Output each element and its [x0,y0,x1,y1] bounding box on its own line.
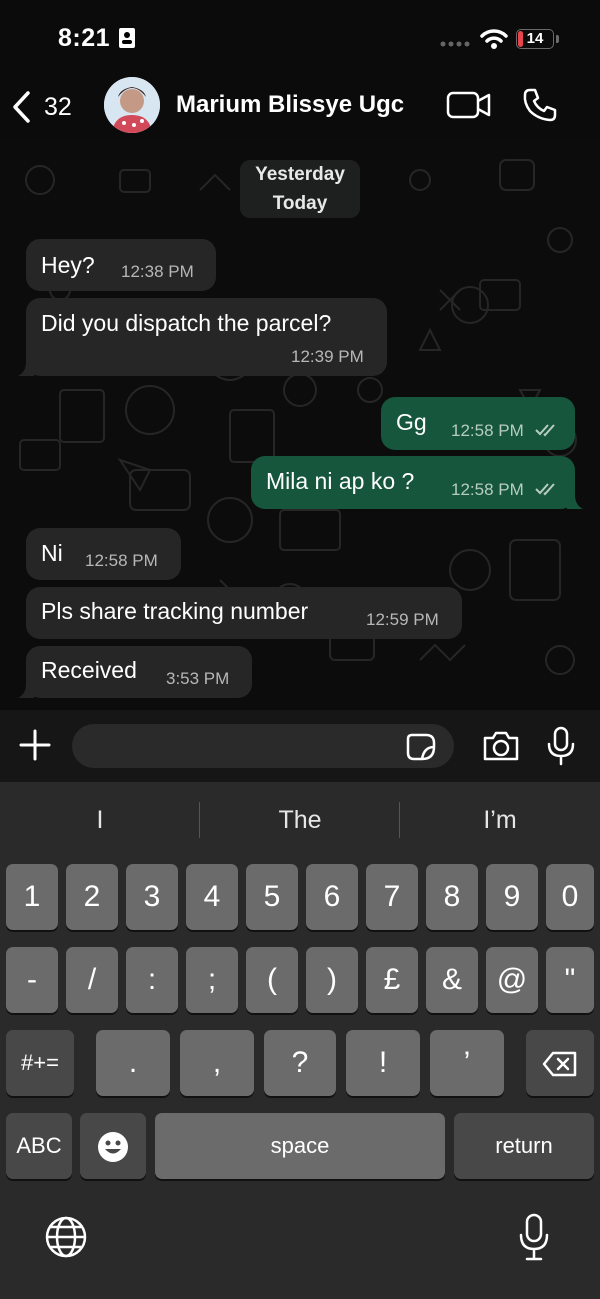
delete-key[interactable] [526,1030,594,1096]
emoji-icon [98,1132,128,1163]
key-close-paren[interactable]: ) [306,947,358,1013]
globe-icon[interactable] [44,1215,88,1259]
status-time: 8:21 [58,24,111,52]
key-9[interactable]: 9 [486,864,538,930]
message-time: 12:39 PM [291,347,364,366]
key-exclamation[interactable]: ! [346,1030,420,1096]
bubble-tail [567,495,583,509]
back-button[interactable]: 32 [10,85,72,129]
key-slash[interactable]: / [66,947,118,1013]
attach-plus-button[interactable] [18,728,52,762]
battery-level: 14 [526,30,544,47]
suggestion-2[interactable]: The [200,798,400,842]
key-2[interactable]: 2 [66,864,118,930]
message-input-bar [0,710,600,782]
key-5[interactable]: 5 [246,864,298,930]
wifi-icon [480,29,508,49]
key-semicolon[interactable]: ; [186,947,238,1013]
message-bubble-incoming[interactable]: Received 3:53 PM [18,646,252,698]
keyboard: I The I’m 1 2 3 4 5 6 7 8 9 0 - / : ; ( … [0,782,600,1299]
key-apostrophe[interactable]: ’ [430,1030,504,1096]
key-7[interactable]: 7 [366,864,418,930]
date-separator: Yesterday Today [240,160,360,218]
message-bubble-incoming[interactable]: Ni 12:58 PM [26,528,181,580]
dictation-microphone-icon[interactable] [518,1213,550,1261]
chat-header: 32 Marium Blissye Ugc [0,75,600,140]
emoji-key[interactable] [80,1113,146,1179]
double-check-icon [535,483,555,496]
message-time: 3:53 PM [166,669,230,688]
key-symbols-toggle[interactable]: #+= [6,1030,74,1096]
key-comma[interactable]: , [180,1030,254,1096]
key-open-paren[interactable]: ( [246,947,298,1013]
message-bubble-incoming[interactable]: Hey? 12:38 PM [26,239,216,291]
bubble-tail [18,362,34,376]
video-call-button[interactable] [446,89,492,121]
unread-count: 32 [44,92,72,121]
date-label-yesterday: Yesterday [255,164,345,185]
key-0[interactable]: 0 [546,864,594,930]
contact-card-icon [119,28,135,48]
key-abc[interactable]: ABC [6,1113,72,1179]
bubble-tail [18,684,34,698]
message-text: Hey? [41,252,95,278]
phone-call-button[interactable] [522,87,558,123]
camera-button[interactable] [482,730,520,762]
contact-name[interactable]: Marium Blissye Ugc [176,91,404,119]
message-text: Mila ni ap ko ? [266,468,415,494]
cellular-signal-icon [440,41,470,47]
suggestion-1[interactable]: I [0,798,200,842]
message-bubble-incoming[interactable]: Did you dispatch the parcel? 12:39 PM [18,298,387,376]
message-time: 12:58 PM [85,551,158,570]
backspace-icon [542,1051,577,1077]
key-4[interactable]: 4 [186,864,238,930]
message-input[interactable] [72,724,454,768]
sticker-button[interactable] [406,733,436,761]
key-hyphen[interactable]: - [6,947,58,1013]
key-8[interactable]: 8 [426,864,478,930]
suggestion-3[interactable]: I’m [400,798,600,842]
message-time: 12:58 PM [451,421,524,440]
message-time: 12:58 PM [451,480,524,499]
predictive-bar: I The I’m [0,798,600,842]
key-at[interactable]: @ [486,947,538,1013]
message-text: Did you dispatch the parcel? [41,310,332,336]
avatar-image [104,77,160,133]
key-6[interactable]: 6 [306,864,358,930]
key-period[interactable]: . [96,1030,170,1096]
message-time: 12:59 PM [366,610,439,629]
message-text: Gg [396,409,427,435]
status-bar: 8:21 14 [0,0,600,75]
microphone-button[interactable] [546,726,576,766]
message-bubble-outgoing[interactable]: Mila ni ap ko ? 12:58 PM [251,456,583,509]
avatar[interactable] [104,77,160,133]
key-3[interactable]: 3 [126,864,178,930]
message-bubble-outgoing[interactable]: Gg 12:58 PM [381,397,575,450]
key-question[interactable]: ? [264,1030,336,1096]
message-bubble-incoming[interactable]: Pls share tracking number 12:59 PM [26,587,462,639]
chat-area[interactable]: Yesterday Today Hey? 12:38 PM Did you di… [0,140,600,710]
message-text: Received [41,657,137,683]
date-label-today: Today [272,193,328,214]
key-quote[interactable]: " [546,947,594,1013]
key-1[interactable]: 1 [6,864,58,930]
return-key[interactable]: return [454,1113,594,1179]
space-key[interactable]: space [155,1113,445,1179]
battery-indicator: 14 [516,29,562,51]
key-ampersand[interactable]: & [426,947,478,1013]
double-check-icon [535,424,555,437]
key-pound[interactable]: £ [366,947,418,1013]
message-time: 12:38 PM [121,262,194,281]
chevron-left-icon [13,91,30,123]
message-text: Ni [41,540,63,566]
key-colon[interactable]: : [126,947,178,1013]
message-text: Pls share tracking number [41,598,309,624]
